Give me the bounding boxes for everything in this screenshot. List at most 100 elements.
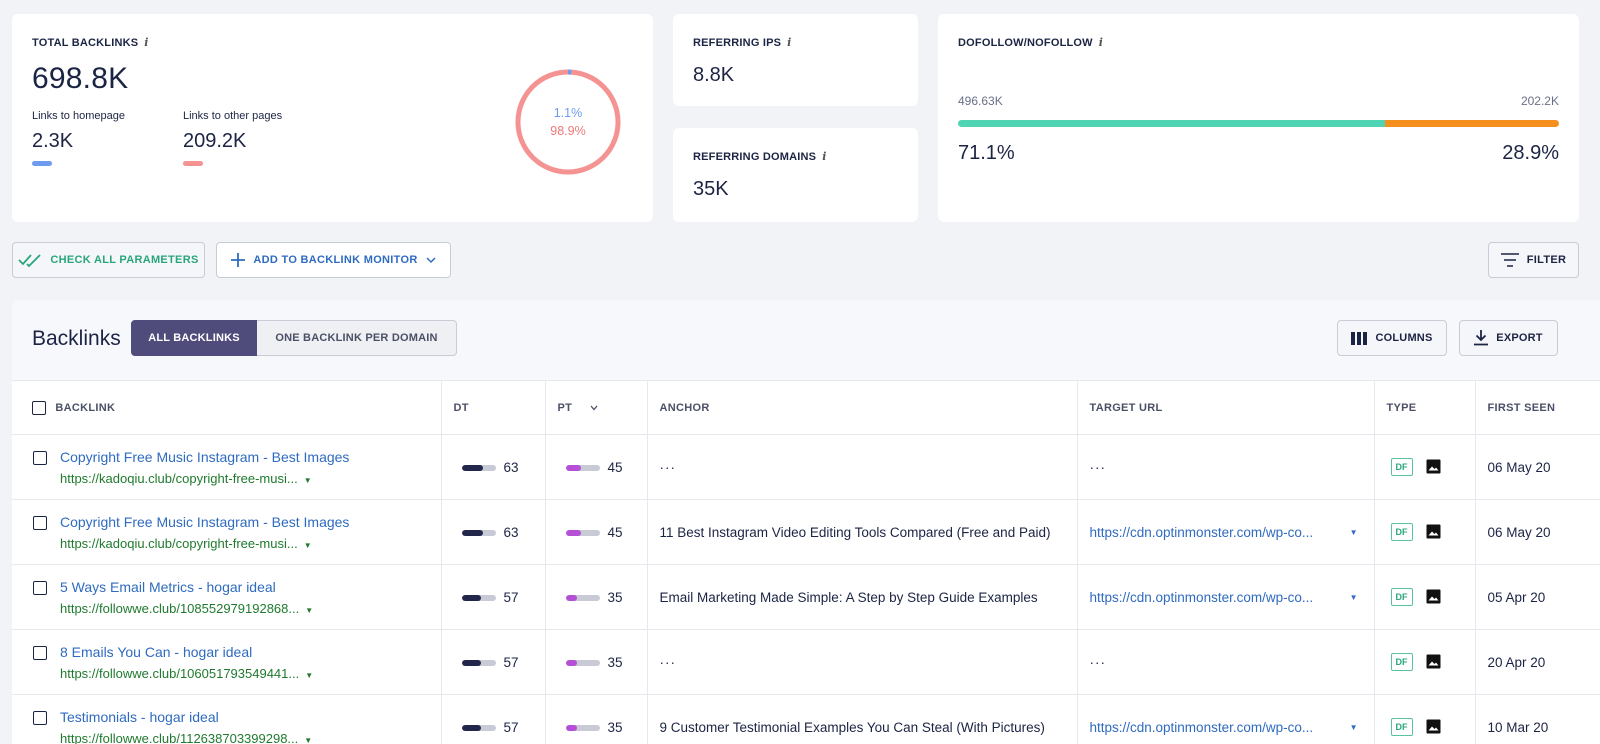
pt-meter-fill [565, 594, 578, 601]
row-checkbox[interactable] [33, 516, 47, 530]
image-icon [1426, 719, 1441, 734]
pt-meter-fill [565, 464, 581, 471]
add-to-backlink-monitor-button[interactable]: ADD TO BACKLINK MONITOR [216, 242, 451, 278]
caret-down-icon[interactable]: ▼ [305, 606, 313, 615]
target-url-link[interactable]: https://cdn.optinmonster.com/wp-co... ▼ [1090, 590, 1374, 605]
caret-down-icon[interactable]: ▼ [305, 671, 313, 680]
row-checkbox[interactable] [33, 646, 47, 660]
type-cell: DF [1374, 629, 1476, 695]
dt-value: 63 [503, 460, 519, 476]
backlink-title-link[interactable]: Testimonials - hogar ideal [60, 709, 441, 725]
column-header-pt[interactable]: PT [545, 380, 648, 435]
target-url-link[interactable]: https://cdn.optinmonster.com/wp-co... ▼ [1090, 720, 1374, 735]
dt-value: 57 [503, 655, 519, 671]
table-row[interactable]: Testimonials - hogar ideal https://follo… [12, 694, 1600, 744]
row-checkbox[interactable] [33, 711, 47, 725]
dofollow-badge: DF [1390, 458, 1413, 476]
type-cell: DF [1374, 434, 1476, 500]
backlink-title-link[interactable]: Copyright Free Music Instagram - Best Im… [60, 514, 441, 530]
backlink-title-link[interactable]: 5 Ways Email Metrics - hogar ideal [60, 579, 441, 595]
target-url-cell[interactable]: https://cdn.optinmonster.com/wp-co... ▼ [1077, 499, 1375, 565]
caret-down-icon[interactable]: ▼ [304, 736, 312, 744]
columns-button[interactable]: COLUMNS [1337, 320, 1447, 356]
backlink-url-link[interactable]: https://followwe.club/108552979192868...… [60, 601, 441, 616]
anchor-text: Email Marketing Made Simple: A Step by S… [659, 589, 1038, 605]
anchor-cell: 11 Best Instagram Video Editing Tools Co… [647, 499, 1078, 565]
pt-cell: 35 [545, 564, 648, 630]
column-header-dt[interactable]: DT [441, 380, 546, 435]
info-icon[interactable]: i [822, 150, 826, 163]
type-cell: DF [1374, 564, 1476, 630]
filter-button[interactable]: FILTER [1488, 242, 1579, 278]
info-icon[interactable]: i [787, 36, 791, 49]
caret-down-icon[interactable]: ▼ [304, 476, 312, 485]
caret-down-icon[interactable]: ▼ [304, 541, 312, 550]
backlinks-panel: Backlinks ALL BACKLINKS ONE BACKLINK PER… [12, 300, 1600, 744]
referring-ips-value: 8.8K [693, 64, 735, 86]
row-checkbox[interactable] [33, 451, 47, 465]
column-header-type[interactable]: TYPE [1374, 380, 1476, 435]
info-icon[interactable]: i [1099, 36, 1103, 49]
pt-meter-track [565, 594, 600, 601]
image-icon [1426, 654, 1441, 669]
pt-meter: 35 [565, 720, 623, 735]
target-header-label: TARGET URL [1089, 401, 1163, 414]
dt-cell: 57 [441, 564, 546, 630]
row-checkbox[interactable] [33, 581, 47, 595]
pt-value: 35 [607, 590, 623, 606]
column-header-first-seen[interactable]: FIRST SEEN [1475, 380, 1600, 435]
other-links-label: Links to other pages [183, 110, 283, 122]
check-all-parameters-button[interactable]: CHECK ALL PARAMETERS [12, 242, 205, 278]
backlink-title-link[interactable]: 8 Emails You Can - hogar ideal [60, 644, 441, 660]
caret-down-icon[interactable]: ▼ [1350, 593, 1358, 602]
donut-homepage-pct: 1.1% [553, 106, 583, 120]
table-row[interactable]: 5 Ways Email Metrics - hogar ideal https… [12, 564, 1600, 630]
backlink-url-link[interactable]: https://followwe.club/112638703399298...… [60, 731, 441, 744]
table-header-row: BACKLINK DT PT ANCHOR TARGET URL TYPE FI… [12, 380, 1600, 435]
backlink-url-text: https://followwe.club/108552979192868... [60, 600, 300, 616]
other-legend-swatch [183, 161, 203, 166]
dt-meter-track [461, 724, 496, 731]
backlink-title-link[interactable]: Copyright Free Music Instagram - Best Im… [60, 449, 441, 465]
select-all-checkbox[interactable] [32, 400, 46, 415]
referring-ips-card: REFERRING IPS i 8.8K [673, 14, 918, 106]
target-url-text: https://cdn.optinmonster.com/wp-co... [1089, 719, 1314, 735]
column-header-anchor[interactable]: ANCHOR [647, 380, 1078, 435]
pt-meter-track [565, 659, 600, 666]
column-header-backlink[interactable]: BACKLINK [12, 380, 442, 435]
export-button[interactable]: EXPORT [1459, 320, 1558, 356]
target-url-cell[interactable]: https://cdn.optinmonster.com/wp-co... ▼ [1077, 564, 1375, 630]
info-icon[interactable]: i [144, 36, 148, 49]
table-row[interactable]: 8 Emails You Can - hogar ideal https://f… [12, 629, 1600, 695]
backlink-url-link[interactable]: https://kadoqiu.club/copyright-free-musi… [60, 536, 441, 551]
caret-down-icon[interactable]: ▼ [1350, 723, 1358, 732]
pt-meter: 35 [565, 590, 623, 606]
target-url-cell[interactable]: https://cdn.optinmonster.com/wp-co... ▼ [1077, 694, 1375, 744]
dofollow-percent: 71.1% [958, 142, 1015, 164]
anchor-header-label: ANCHOR [659, 401, 710, 414]
backlink-cell: Copyright Free Music Instagram - Best Im… [12, 499, 442, 565]
backlink-url-link[interactable]: https://followwe.club/106051793549441...… [60, 666, 441, 681]
sort-down-icon[interactable] [590, 405, 598, 411]
anchor-cell: ··· [647, 629, 1078, 695]
dt-cell: 63 [441, 434, 546, 500]
target-url-link[interactable]: https://cdn.optinmonster.com/wp-co... ▼ [1090, 525, 1374, 540]
dt-meter: 63 [461, 460, 519, 476]
anchor-text: 9 Customer Testimonial Examples You Can … [659, 719, 1045, 735]
tab-all-backlinks[interactable]: ALL BACKLINKS [131, 320, 257, 356]
nofollow-bar-segment [1385, 120, 1559, 127]
dofollow-count: 496.63K [958, 94, 1003, 108]
dt-cell: 57 [441, 629, 546, 695]
dt-meter-fill [461, 529, 483, 536]
type-cell: DF [1374, 694, 1476, 744]
first-seen-cell: 06 May 20 [1475, 434, 1600, 500]
anchor-cell: Email Marketing Made Simple: A Step by S… [647, 564, 1078, 630]
table-row[interactable]: Copyright Free Music Instagram - Best Im… [12, 434, 1600, 500]
first-seen-value: 05 Apr 20 [1487, 589, 1546, 605]
tab-one-backlink-per-domain[interactable]: ONE BACKLINK PER DOMAIN [257, 320, 457, 356]
column-header-target[interactable]: TARGET URL [1077, 380, 1375, 435]
chevron-down-icon [426, 257, 436, 264]
backlink-url-link[interactable]: https://kadoqiu.club/copyright-free-musi… [60, 471, 441, 486]
caret-down-icon[interactable]: ▼ [1350, 528, 1358, 537]
table-row[interactable]: Copyright Free Music Instagram - Best Im… [12, 499, 1600, 565]
